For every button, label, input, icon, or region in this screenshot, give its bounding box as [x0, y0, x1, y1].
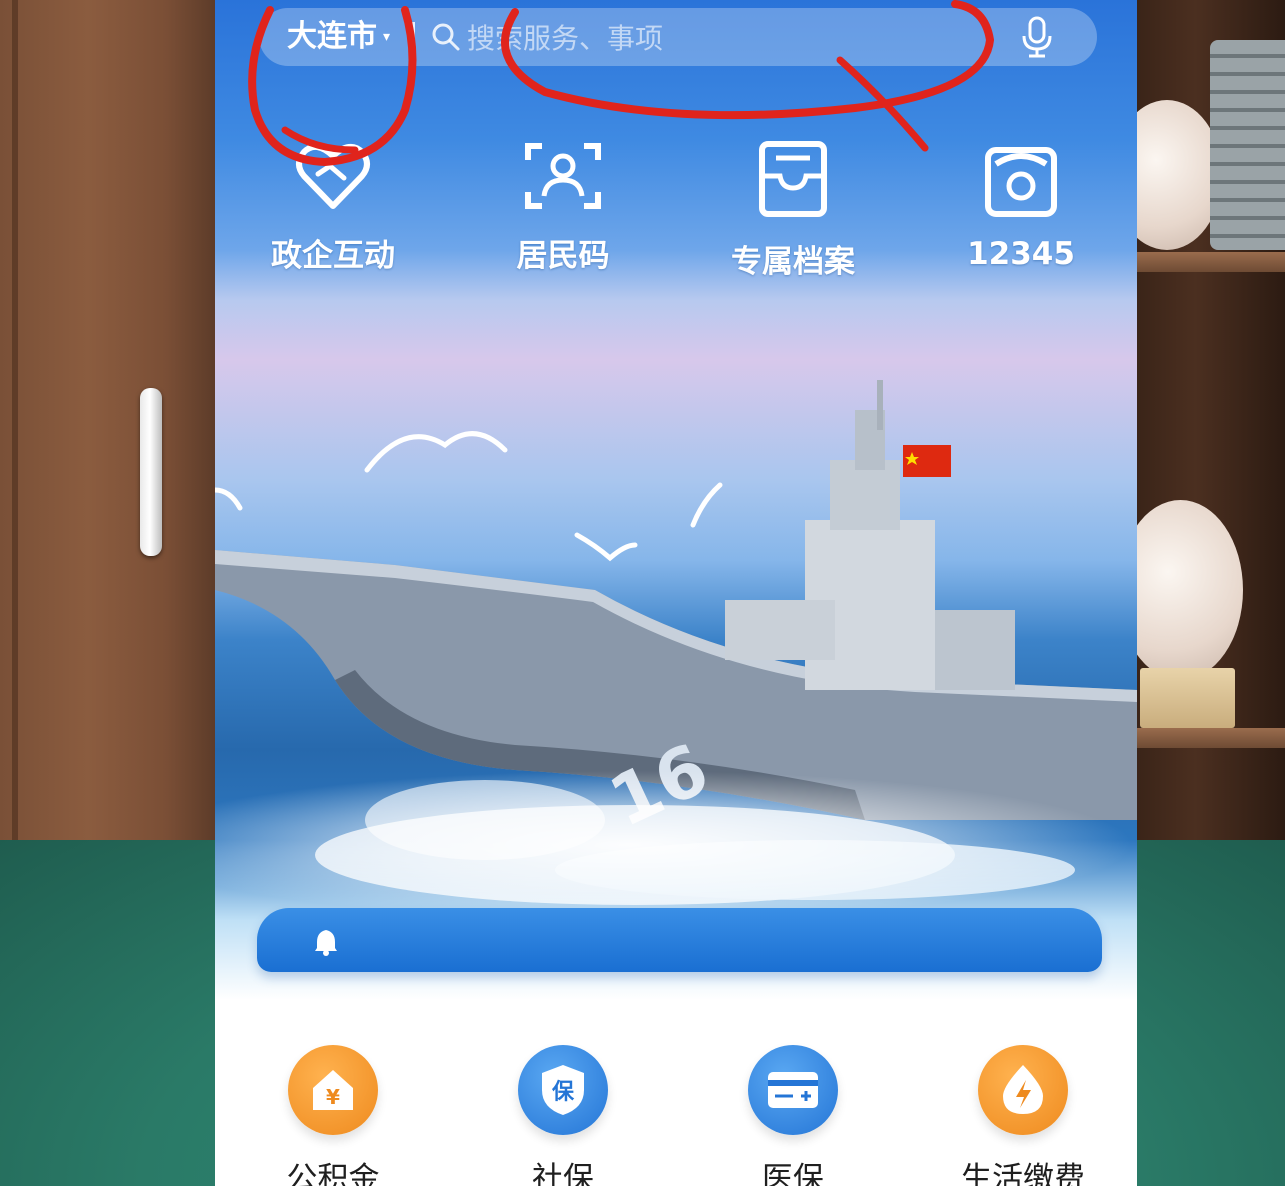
social-security-shield-icon: 保	[518, 1045, 608, 1135]
face-scan-icon	[525, 143, 601, 209]
search-icon	[432, 23, 460, 51]
quick-service-label: 政企互动	[271, 238, 395, 274]
hotline-phone-icon	[985, 147, 1057, 217]
shelf-board	[1136, 252, 1285, 272]
search-input[interactable]: 搜索服务、事项	[467, 17, 1017, 57]
service-label: 社保	[532, 1161, 594, 1186]
service-housing-fund[interactable]: ¥ 公积金	[233, 1045, 433, 1186]
search-bar: 大连市 ▾ 搜索服务、事项	[259, 8, 1097, 66]
bell-icon	[315, 930, 337, 956]
service-social-security[interactable]: 保 社保	[463, 1045, 663, 1186]
service-label: 生活缴费	[961, 1161, 1085, 1186]
service-label: 公积金	[286, 1161, 380, 1186]
service-utility-payment[interactable]: 生活缴费	[923, 1045, 1123, 1186]
utility-payment-icon	[978, 1045, 1068, 1135]
quick-services: 政企互动 居民码 专属档案 12345	[215, 140, 1137, 290]
wooden-box	[1140, 668, 1235, 728]
quick-service-archive[interactable]: 专属档案	[713, 140, 873, 281]
svg-text:保: 保	[551, 1080, 575, 1105]
heart-handshake-icon	[296, 143, 370, 209]
svg-text:¥: ¥	[326, 1085, 340, 1109]
shelf-board	[1136, 728, 1285, 748]
door-handle	[140, 388, 162, 556]
quick-service-label: 专属档案	[731, 244, 855, 280]
city-selector[interactable]: 大连市	[287, 8, 377, 66]
quick-service-label: 12345	[967, 236, 1075, 272]
tea-canister	[1210, 40, 1285, 250]
medical-card-icon	[748, 1045, 838, 1135]
service-label: 医保	[762, 1161, 824, 1186]
sea-spray-highlight	[215, 770, 1137, 920]
caret-down-icon[interactable]: ▾	[383, 29, 390, 45]
service-grid: ¥ 公积金 保 社保 医保 生活缴费	[215, 1045, 1137, 1186]
quick-service-hotline[interactable]: 12345	[941, 140, 1101, 272]
notice-bar[interactable]	[257, 908, 1102, 972]
housing-fund-icon: ¥	[288, 1045, 378, 1135]
archive-box-icon	[759, 141, 827, 217]
service-medical-insurance[interactable]: 医保	[693, 1045, 893, 1186]
quick-service-gov-enterprise[interactable]: 政企互动	[253, 140, 413, 275]
microphone-icon[interactable]	[1017, 15, 1057, 59]
phone-screen: 16 大连市 ▾ 搜索服务、事项 政企互动	[215, 0, 1137, 1186]
quick-service-label: 居民码	[516, 238, 610, 274]
quick-service-resident-code[interactable]: 居民码	[483, 140, 643, 275]
divider	[412, 22, 416, 52]
